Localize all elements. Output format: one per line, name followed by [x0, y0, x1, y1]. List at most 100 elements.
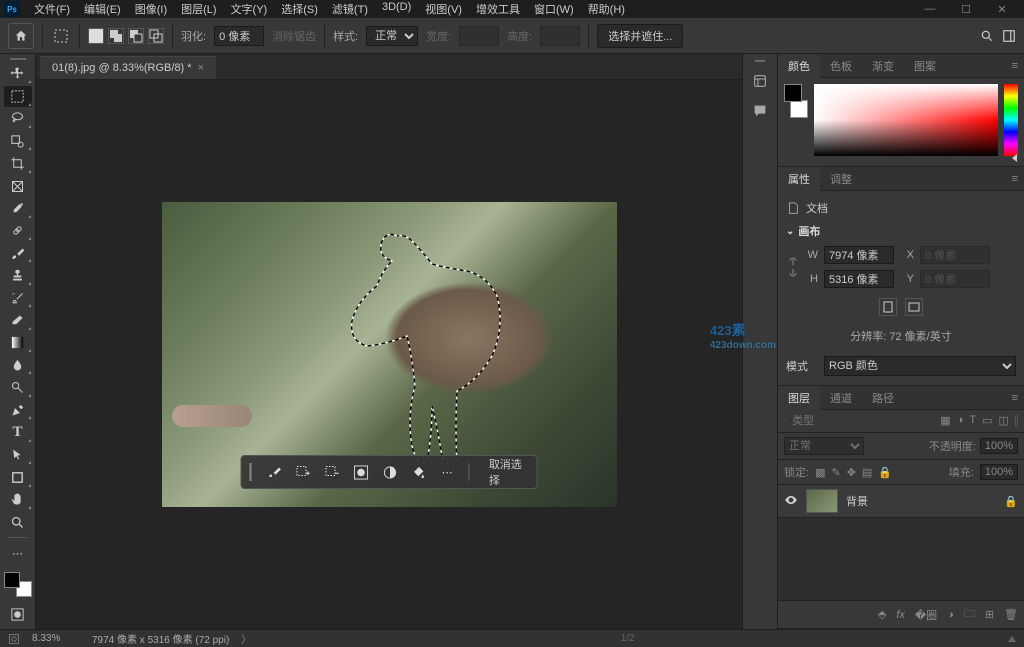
filter-toggle-icon[interactable]: [1015, 415, 1018, 427]
blur-tool[interactable]: [4, 355, 32, 375]
dock-expand-icon[interactable]: [755, 60, 765, 63]
lock-position-icon[interactable]: ✥: [847, 466, 856, 479]
hue-slider[interactable]: [1004, 84, 1018, 156]
crop-tool[interactable]: [4, 153, 32, 173]
canvas-width-input[interactable]: [824, 246, 894, 264]
selection-add-icon[interactable]: [108, 28, 124, 44]
gradients-tab[interactable]: 渐变: [862, 54, 904, 78]
search-icon[interactable]: [784, 415, 786, 427]
properties-tab[interactable]: 属性: [778, 167, 820, 191]
status-menu-chevron-icon[interactable]: 〉: [241, 631, 251, 646]
mask-icon[interactable]: [353, 463, 368, 481]
frame-tool[interactable]: [4, 176, 32, 196]
filter-shape-icon[interactable]: ▭: [982, 414, 992, 428]
menu-edit[interactable]: 编辑(E): [78, 0, 127, 19]
marquee-tool[interactable]: [4, 86, 32, 106]
menu-layer[interactable]: 图层(L): [175, 0, 222, 19]
foreground-background-colors[interactable]: [4, 572, 32, 597]
layers-tab[interactable]: 图层: [778, 386, 820, 410]
menu-plugins[interactable]: 增效工具: [470, 0, 526, 19]
minimize-button[interactable]: —: [912, 0, 948, 18]
canvas-height-input[interactable]: [824, 270, 894, 288]
status-expand-icon[interactable]: [1008, 636, 1016, 642]
paths-tab[interactable]: 路径: [862, 386, 904, 410]
fill-value[interactable]: 100%: [980, 464, 1018, 480]
lasso-tool[interactable]: [4, 109, 32, 129]
move-tool[interactable]: [4, 64, 32, 84]
lock-all-icon[interactable]: 🔒: [878, 466, 892, 479]
zoom-level[interactable]: 8.33%: [32, 633, 80, 644]
adjustment-layer-icon[interactable]: ◑: [947, 609, 954, 621]
adjustments-tab[interactable]: 调整: [820, 167, 862, 191]
menu-select[interactable]: 选择(S): [275, 0, 324, 19]
layer-row[interactable]: 背景 🔒: [778, 485, 1024, 518]
style-select[interactable]: 正常: [366, 26, 418, 46]
close-button[interactable]: ✕: [984, 0, 1020, 18]
shape-tool[interactable]: [4, 467, 32, 487]
delete-layer-icon[interactable]: 🗑: [1004, 608, 1018, 621]
menu-type[interactable]: 文字(Y): [225, 0, 274, 19]
layer-name[interactable]: 背景: [846, 493, 996, 509]
new-layer-icon[interactable]: ⊞: [985, 608, 994, 621]
opacity-value[interactable]: 100%: [980, 438, 1018, 454]
layers-panel-menu-icon[interactable]: ≡: [1006, 392, 1024, 404]
layer-mask-icon[interactable]: �圈: [915, 607, 937, 623]
lock-artboard-icon[interactable]: ▤: [862, 466, 872, 479]
libraries-icon[interactable]: [748, 69, 772, 93]
layer-filter-input[interactable]: [792, 415, 934, 427]
search-icon[interactable]: [980, 29, 994, 43]
lock-paint-icon[interactable]: ✎: [831, 466, 840, 479]
workspace-icon[interactable]: [1002, 29, 1016, 43]
path-selection-tool[interactable]: [4, 445, 32, 465]
screen-mode-icon[interactable]: [8, 633, 20, 645]
layer-fx-icon[interactable]: fx: [896, 609, 905, 621]
menu-view[interactable]: 视图(V): [419, 0, 468, 19]
canvas-section-header[interactable]: 画布: [786, 219, 1016, 243]
brush-tool[interactable]: [4, 243, 32, 263]
portrait-orientation-button[interactable]: [879, 298, 897, 316]
color-panel-menu-icon[interactable]: ≡: [1006, 60, 1024, 72]
dodge-tool[interactable]: [4, 377, 32, 397]
adjustment-icon[interactable]: [382, 463, 397, 481]
hand-tool[interactable]: [4, 490, 32, 510]
more-options-icon[interactable]: ⋯: [440, 463, 454, 481]
layer-thumbnail[interactable]: [806, 489, 838, 513]
landscape-orientation-button[interactable]: [905, 298, 923, 316]
gradient-tool[interactable]: [4, 333, 32, 353]
type-tool[interactable]: T: [4, 422, 32, 442]
drag-handle-icon[interactable]: [250, 463, 253, 481]
close-tab-icon[interactable]: ×: [198, 62, 204, 74]
deselect-button[interactable]: 取消选择: [483, 454, 529, 490]
filter-smart-icon[interactable]: ◫: [998, 414, 1008, 428]
layer-lock-icon[interactable]: 🔒: [1004, 495, 1018, 508]
link-dimensions-icon[interactable]: [786, 255, 800, 279]
home-button[interactable]: [8, 23, 34, 49]
menu-file[interactable]: 文件(F): [28, 0, 76, 19]
edit-toolbar-button[interactable]: ⋯: [4, 543, 32, 563]
eyedropper-tool[interactable]: [4, 198, 32, 218]
add-selection-icon[interactable]: [295, 463, 310, 481]
quick-mask-button[interactable]: [4, 605, 32, 625]
menu-window[interactable]: 窗口(W): [528, 0, 580, 19]
subtract-selection-icon[interactable]: [324, 463, 339, 481]
color-tab[interactable]: 颜色: [778, 54, 820, 78]
menu-3d[interactable]: 3D(D): [376, 0, 417, 19]
selection-new-icon[interactable]: [88, 28, 104, 44]
toolbox-collapse-icon[interactable]: [10, 58, 26, 62]
selection-tool[interactable]: [4, 131, 32, 151]
channels-tab[interactable]: 通道: [820, 386, 862, 410]
properties-panel-menu-icon[interactable]: ≡: [1006, 173, 1024, 185]
stamp-tool[interactable]: [4, 265, 32, 285]
comments-icon[interactable]: [748, 99, 772, 123]
eraser-tool[interactable]: [4, 310, 32, 330]
fill-icon[interactable]: [411, 463, 426, 481]
history-brush-tool[interactable]: [4, 288, 32, 308]
maximize-button[interactable]: ☐: [948, 0, 984, 18]
menu-image[interactable]: 图像(I): [129, 0, 173, 19]
patterns-tab[interactable]: 图案: [904, 54, 946, 78]
selection-intersect-icon[interactable]: [148, 28, 164, 44]
color-panel-swatches[interactable]: [784, 84, 808, 118]
foreground-color-swatch[interactable]: [4, 572, 20, 588]
color-field[interactable]: [814, 84, 998, 156]
canvas[interactable]: ⋯ 取消选择: [162, 202, 617, 507]
